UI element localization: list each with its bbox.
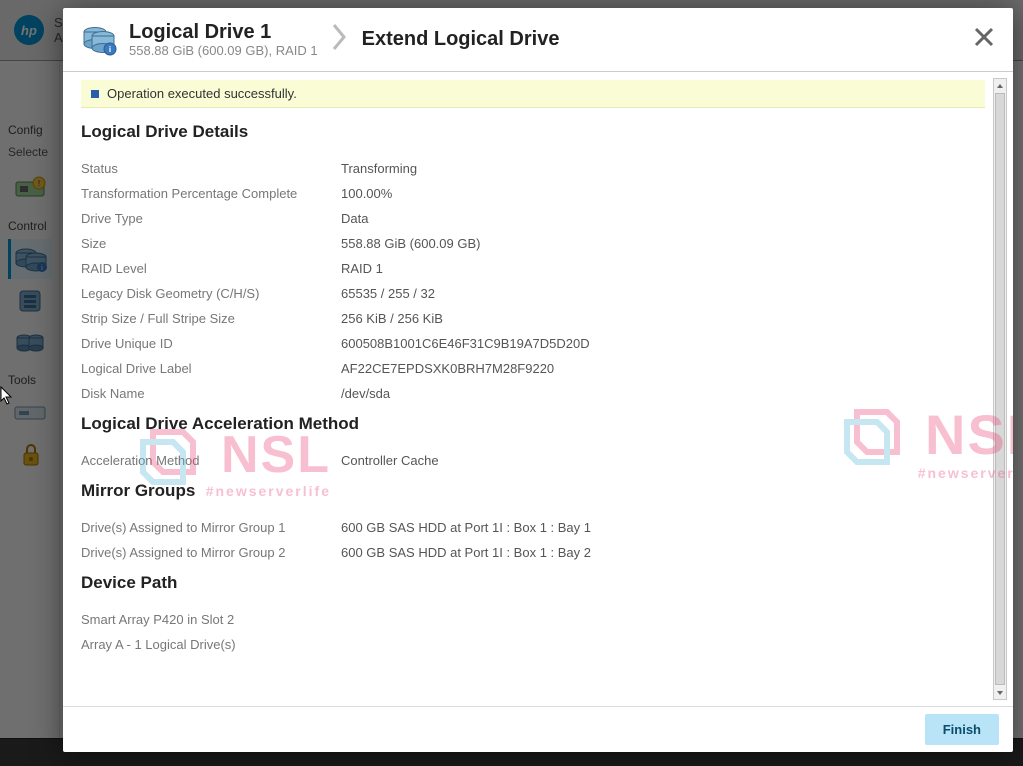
kv-row: Drive(s) Assigned to Mirror Group 1600 G… xyxy=(81,515,985,540)
kv-value: /dev/sda xyxy=(341,386,390,401)
kv-row: Disk Name/dev/sda xyxy=(81,381,985,406)
kv-value: Transforming xyxy=(341,161,417,176)
scrollbar-down-icon[interactable] xyxy=(994,686,1006,699)
modal-body: Operation executed successfully. Logical… xyxy=(63,72,1013,706)
modal-dialog: i Logical Drive 1 558.88 GiB (600.09 GB)… xyxy=(63,8,1013,752)
section-accel-title: Logical Drive Acceleration Method xyxy=(81,414,985,434)
modal-subtitle: 558.88 GiB (600.09 GB), RAID 1 xyxy=(129,43,318,59)
modal-title: Logical Drive 1 xyxy=(129,21,318,43)
kv-key: Disk Name xyxy=(81,386,341,401)
kv-value: 600508B1001C6E46F31C9B19A7D5D20D xyxy=(341,336,590,351)
kv-key: Status xyxy=(81,161,341,176)
kv-key: Drive Unique ID xyxy=(81,336,341,351)
kv-value: Data xyxy=(341,211,368,226)
mirror-table: Drive(s) Assigned to Mirror Group 1600 G… xyxy=(81,515,985,565)
kv-value: 600 GB SAS HDD at Port 1I : Box 1 : Bay … xyxy=(341,545,591,560)
kv-key: Transformation Percentage Complete xyxy=(81,186,341,201)
kv-key: Acceleration Method xyxy=(81,453,341,468)
section-details-title: Logical Drive Details xyxy=(81,122,985,142)
alert-text: Operation executed successfully. xyxy=(107,86,297,101)
section-device-title: Device Path xyxy=(81,573,985,593)
kv-row: Transformation Percentage Complete100.00… xyxy=(81,181,985,206)
chevron-right-icon xyxy=(332,23,348,56)
kv-value: AF22CE7EPDSXK0BRH7M28F9220 xyxy=(341,361,554,376)
kv-value: RAID 1 xyxy=(341,261,383,276)
scrollbar-thumb[interactable] xyxy=(995,93,1005,685)
kv-row: Drive(s) Assigned to Mirror Group 2600 G… xyxy=(81,540,985,565)
scrollbar-up-icon[interactable] xyxy=(994,79,1006,92)
kv-key: Size xyxy=(81,236,341,251)
success-alert: Operation executed successfully. xyxy=(81,80,985,108)
kv-key: Drive(s) Assigned to Mirror Group 1 xyxy=(81,520,341,535)
kv-key: Drive(s) Assigned to Mirror Group 2 xyxy=(81,545,341,560)
finish-button[interactable]: Finish xyxy=(925,714,999,745)
modal-step-title: Extend Logical Drive xyxy=(362,28,560,51)
kv-value: 256 KiB / 256 KiB xyxy=(341,311,443,326)
svg-text:i: i xyxy=(109,45,111,54)
device-path-line: Array A - 1 Logical Drive(s) xyxy=(81,632,985,657)
kv-key: Strip Size / Full Stripe Size xyxy=(81,311,341,326)
modal-header: i Logical Drive 1 558.88 GiB (600.09 GB)… xyxy=(63,8,1013,72)
kv-row: Acceleration MethodController Cache xyxy=(81,448,985,473)
kv-row: Size558.88 GiB (600.09 GB) xyxy=(81,231,985,256)
kv-value: Controller Cache xyxy=(341,453,439,468)
kv-row: StatusTransforming xyxy=(81,156,985,181)
details-table: StatusTransformingTransformation Percent… xyxy=(81,156,985,406)
kv-value: 600 GB SAS HDD at Port 1I : Box 1 : Bay … xyxy=(341,520,591,535)
kv-value: 558.88 GiB (600.09 GB) xyxy=(341,236,480,251)
kv-key: RAID Level xyxy=(81,261,341,276)
scroll-area[interactable]: Operation executed successfully. Logical… xyxy=(81,80,991,706)
kv-value: 65535 / 255 / 32 xyxy=(341,286,435,301)
kv-row: Legacy Disk Geometry (C/H/S)65535 / 255 … xyxy=(81,281,985,306)
kv-row: Drive TypeData xyxy=(81,206,985,231)
device-path-line: Smart Array P420 in Slot 2 xyxy=(81,607,985,632)
modal-footer: Finish xyxy=(63,706,1013,752)
kv-row: Strip Size / Full Stripe Size256 KiB / 2… xyxy=(81,306,985,331)
kv-key: Legacy Disk Geometry (C/H/S) xyxy=(81,286,341,301)
scrollbar[interactable] xyxy=(993,78,1007,700)
section-mirror-title: Mirror Groups xyxy=(81,481,985,501)
kv-row: RAID LevelRAID 1 xyxy=(81,256,985,281)
alert-marker-icon xyxy=(91,90,99,98)
kv-row: Drive Unique ID600508B1001C6E46F31C9B19A… xyxy=(81,331,985,356)
kv-row: Logical Drive LabelAF22CE7EPDSXK0BRH7M28… xyxy=(81,356,985,381)
kv-key: Drive Type xyxy=(81,211,341,226)
kv-value: 100.00% xyxy=(341,186,392,201)
kv-key: Logical Drive Label xyxy=(81,361,341,376)
device-path-list: Smart Array P420 in Slot 2Array A - 1 Lo… xyxy=(81,607,985,657)
close-button[interactable] xyxy=(969,22,999,52)
logical-drive-icon: i xyxy=(81,22,117,58)
accel-table: Acceleration MethodController Cache xyxy=(81,448,985,473)
